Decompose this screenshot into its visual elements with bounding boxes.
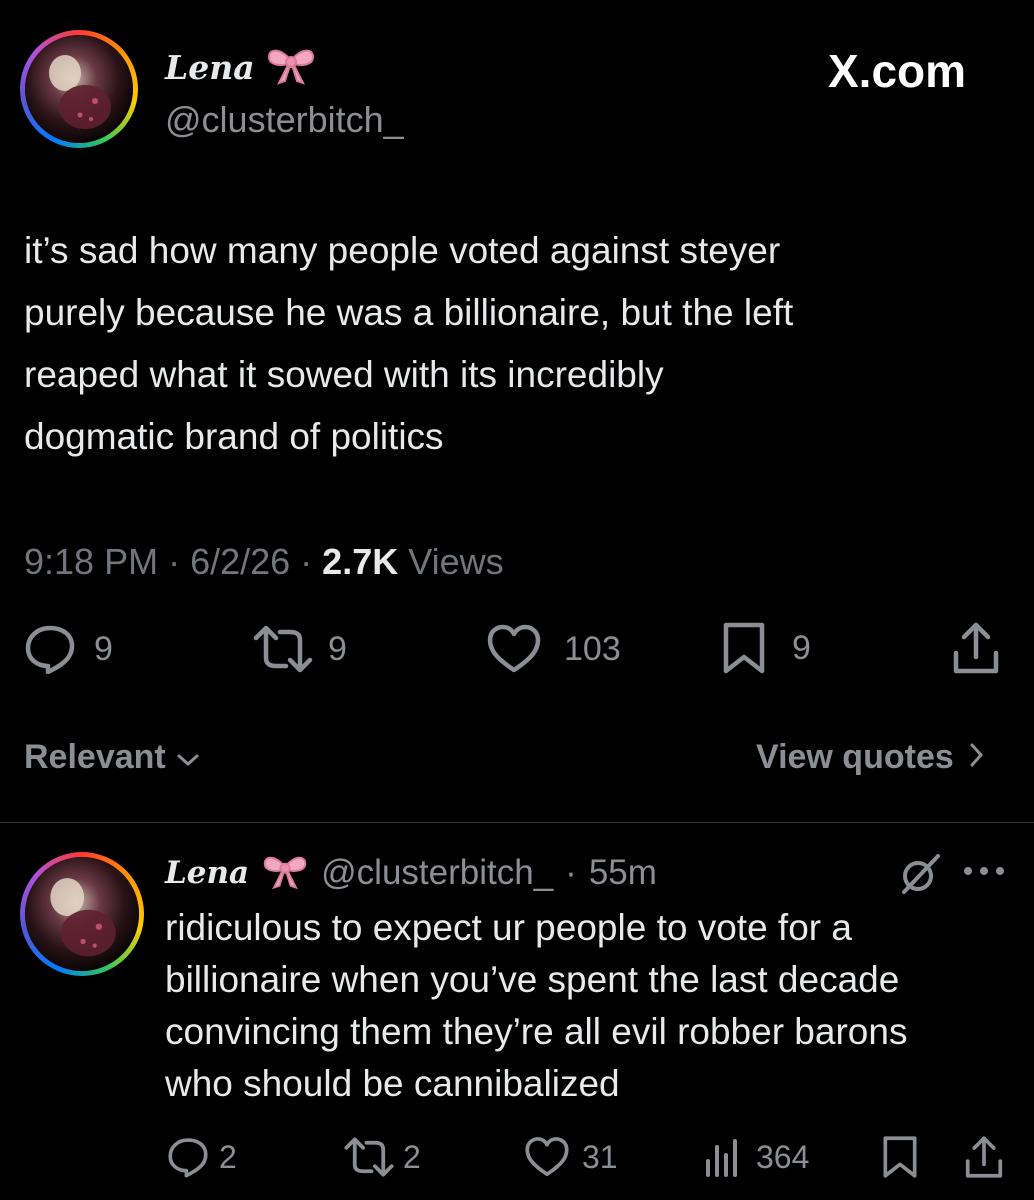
bar-chart-icon (704, 1137, 740, 1177)
view-quotes-link[interactable]: View quotes (756, 738, 984, 777)
reply-repost-button[interactable]: 2 (343, 1134, 421, 1180)
author-name-row[interactable]: Lena (165, 42, 317, 92)
speech-bubble-icon (167, 1136, 209, 1178)
bookmark-icon (722, 621, 766, 675)
share-upload-icon (964, 1135, 1004, 1179)
reply-avatar[interactable] (20, 852, 144, 976)
reply-count: 2 (219, 1138, 237, 1175)
heart-icon (486, 624, 542, 674)
share-button[interactable] (952, 620, 1000, 676)
bookmark-icon (882, 1135, 918, 1179)
reply-share-button[interactable] (964, 1134, 1004, 1180)
author-handle[interactable]: @clusterbitch_ (165, 98, 404, 142)
bookmark-button[interactable]: 9 (722, 620, 811, 676)
reply-count: 9 (94, 629, 113, 668)
repost-arrows-icon (343, 1136, 395, 1178)
avatar-image (25, 35, 133, 143)
bow-icon (265, 43, 317, 92)
reply-reply-button[interactable]: 2 (167, 1134, 237, 1180)
reply-avatar-image (25, 857, 139, 971)
repost-arrows-icon (252, 624, 314, 674)
like-count: 103 (564, 629, 621, 668)
view-quotes-label: View quotes (756, 738, 954, 776)
like-button[interactable]: 103 (486, 624, 621, 674)
reply-header: Lena @clusterbitch_ · 55m (165, 848, 657, 898)
divider (0, 822, 1034, 823)
post-text: it’s sad how many people voted against s… (24, 230, 794, 457)
avatar[interactable] (20, 30, 138, 148)
reply-button[interactable]: 9 (24, 624, 113, 674)
share-upload-icon (952, 621, 1000, 675)
repost-count: 9 (328, 629, 347, 668)
sort-dropdown[interactable]: Relevant (24, 738, 200, 777)
post-date[interactable]: 6/2/26 (190, 540, 290, 584)
reply-age[interactable]: 55m (589, 853, 657, 893)
repost-button[interactable]: 9 (252, 624, 347, 674)
views-count: 364 (756, 1138, 810, 1175)
chevron-down-icon (176, 738, 200, 777)
like-count: 31 (582, 1138, 618, 1175)
speech-bubble-icon (24, 624, 76, 674)
meta-separator: · (300, 541, 313, 582)
post-meta: 9:18 PM · 6/2/26 · 2.7K Views (24, 540, 504, 584)
display-name: Lena (165, 47, 255, 87)
repost-count: 2 (403, 1138, 421, 1175)
sort-label: Relevant (24, 738, 166, 776)
chevron-right-icon (968, 738, 984, 777)
reply-bookmark-button[interactable] (882, 1134, 918, 1180)
meta-separator: · (168, 541, 181, 582)
post-time[interactable]: 9:18 PM (24, 540, 158, 584)
slashed-circle-icon[interactable] (898, 852, 942, 901)
bookmark-count: 9 (792, 628, 811, 667)
reply-text: ridiculous to expect ur people to vote f… (165, 907, 908, 1104)
views-label: Views (408, 541, 504, 582)
meta-separator: · (565, 853, 577, 892)
more-dots-icon[interactable] (962, 864, 1006, 882)
heart-icon (524, 1136, 570, 1178)
reply-like-button[interactable]: 31 (524, 1134, 618, 1180)
views-count: 2.7K (322, 541, 399, 582)
bow-icon (261, 850, 309, 897)
reply-views-button[interactable]: 364 (704, 1134, 809, 1180)
reply-display-name[interactable]: Lena (165, 855, 249, 891)
reply-handle[interactable]: @clusterbitch_ (321, 853, 553, 893)
brand-logo: X.com (828, 45, 967, 97)
